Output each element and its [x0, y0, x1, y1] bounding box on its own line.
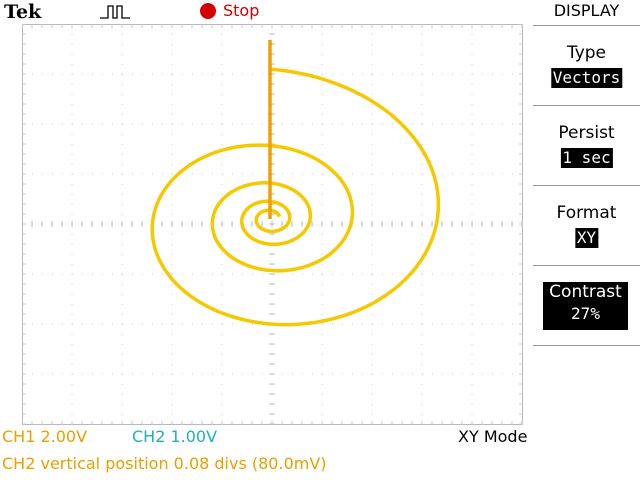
graticule-grid: [22, 24, 523, 425]
contrast-highlight: Contrast 27%: [543, 282, 628, 330]
menu-item-label: Contrast: [549, 282, 622, 302]
menu-item-value: XY: [574, 228, 599, 248]
xy-mode-label: XY Mode: [458, 427, 528, 446]
top-status-bar: Tek Stop: [0, 0, 533, 24]
menu-item-label: Persist: [558, 123, 615, 143]
ch2-scale: CH2 1.00V: [132, 427, 218, 446]
menu-item-format[interactable]: Format XY: [533, 185, 640, 266]
menu-item-value: 1 sec: [560, 148, 613, 168]
menu-divider: [533, 345, 640, 347]
brand-logo: Tek: [4, 1, 42, 23]
ch1-scale: CH1 2.00V: [2, 427, 88, 446]
menu-title: DISPLAY: [553, 1, 620, 20]
acquisition-status: Stop: [223, 1, 260, 20]
display-side-menu: DISPLAY Type Vectors Persist 1 sec Forma…: [533, 0, 640, 480]
menu-item-type[interactable]: Type Vectors: [533, 25, 640, 106]
menu-item-persist[interactable]: Persist 1 sec: [533, 105, 640, 186]
scope-graticule: [22, 24, 523, 425]
menu-item-contrast[interactable]: Contrast 27%: [533, 265, 640, 346]
pulse-trigger-icon: [100, 5, 130, 19]
menu-item-label: Type: [566, 43, 607, 63]
stop-indicator-icon: [200, 3, 216, 19]
menu-item-value: Vectors: [550, 68, 623, 88]
menu-item-value: 27%: [571, 304, 600, 323]
xy-vector-trace: [150, 67, 441, 327]
channel-readout-bar: CH1 2.00V CH2 1.00V XY Mode: [0, 427, 640, 449]
menu-item-label: Format: [556, 203, 617, 223]
status-message: CH2 vertical position 0.08 divs (80.0mV): [2, 454, 327, 473]
